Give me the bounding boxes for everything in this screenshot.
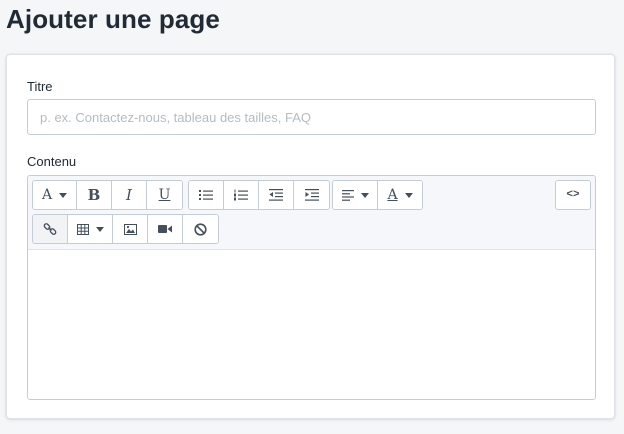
page-form-card: Titre Contenu A B I U [6,54,615,419]
bullet-list-icon [199,190,213,200]
link-icon [43,223,57,235]
bullet-list-button[interactable] [189,181,224,209]
text-color-dropdown-button[interactable]: A [378,181,422,209]
numbered-list-button[interactable] [224,181,259,209]
image-icon [123,223,137,235]
indent-button[interactable] [294,181,329,209]
clear-formatting-icon [194,222,207,236]
font-dropdown-button[interactable]: A [33,181,77,209]
align-dropdown-button[interactable] [333,181,378,209]
code-view-button[interactable]: <> [556,181,590,209]
video-icon [158,225,172,233]
italic-icon: I [126,186,132,204]
indent-icon [304,189,319,201]
chevron-down-icon [360,192,369,198]
rich-text-editor: A B I U A <> [27,175,596,400]
text-color-icon: A [387,187,398,203]
underline-button[interactable]: U [147,181,182,209]
title-label: Titre [27,79,53,94]
bold-icon: B [87,186,101,204]
font-icon: A [41,187,53,203]
page-title: Ajouter une page [6,4,220,34]
insert-group [32,214,219,244]
chevron-down-icon [95,226,104,232]
underline-icon: U [158,187,171,203]
video-button[interactable] [148,215,183,243]
title-input[interactable] [27,99,596,135]
numbered-list-icon [234,189,248,201]
editor-content-area[interactable] [28,250,595,399]
outdent-icon [269,189,283,201]
chevron-down-icon [59,192,68,198]
italic-button[interactable]: I [112,181,147,209]
link-button[interactable] [33,215,68,243]
table-dropdown-button[interactable] [68,215,113,243]
bold-button[interactable]: B [77,181,112,209]
outdent-button[interactable] [259,181,294,209]
image-button[interactable] [113,215,148,243]
text-style-group: A B I U [32,180,183,210]
chevron-down-icon [404,192,413,198]
content-label: Contenu [27,154,77,169]
code-view-group: <> [555,180,591,210]
align-left-icon [341,189,354,201]
table-icon [76,223,89,235]
code-icon: <> [566,189,580,201]
clear-formatting-button[interactable] [183,215,218,243]
editor-toolbar: A B I U A <> [28,176,595,250]
alignment-color-group: A [332,180,423,210]
list-group [188,180,330,210]
